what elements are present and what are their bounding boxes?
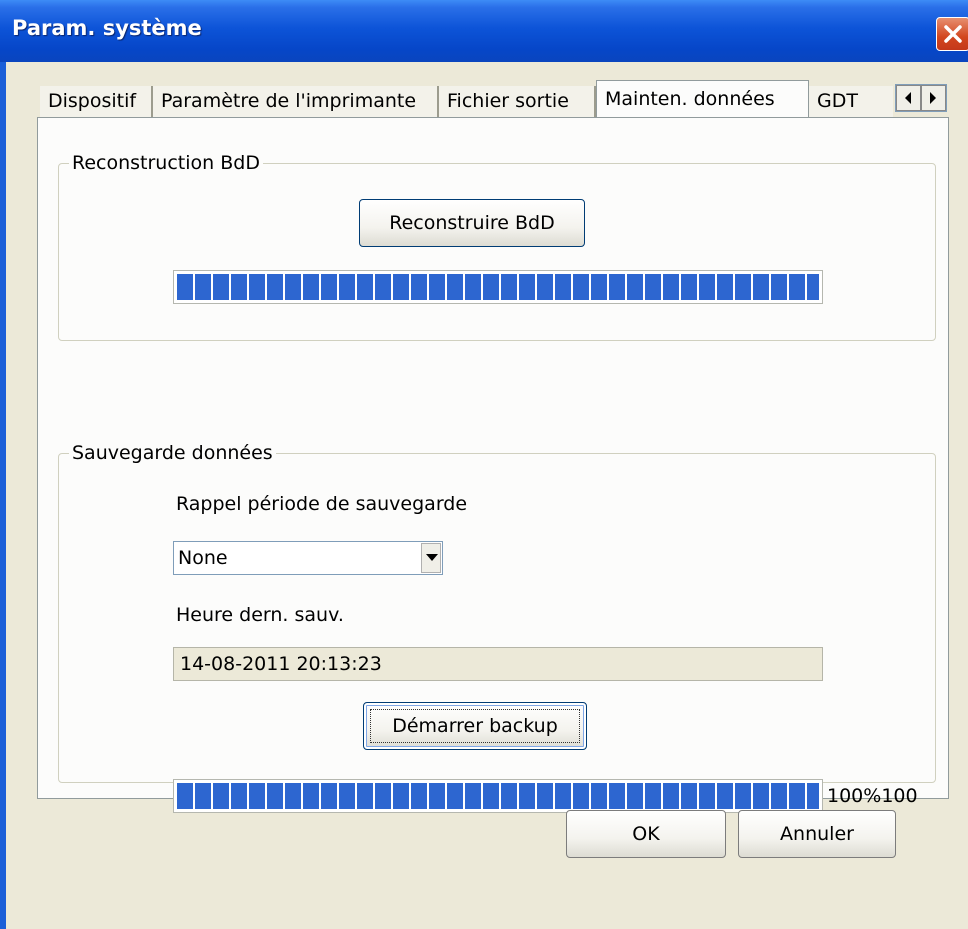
last-backup-time-field: 14-08-2011 20:13:23 [173,647,823,681]
cancel-button-label: Annuler [780,823,854,845]
reminder-period-value: None [178,547,228,569]
start-backup-button[interactable]: Démarrer backup [363,702,587,750]
rebuild-db-group: Reconstruction BdD Reconstruire BdD [58,152,936,341]
dropdown-arrow-icon [426,554,438,561]
tab-scroll-right-button[interactable] [921,85,946,111]
tab-output-file[interactable]: Fichier sortie [439,86,596,117]
backup-progress-fill [177,783,819,809]
tab-gdt[interactable]: GDT [809,86,893,117]
tab-label: Fichier sortie [447,90,569,112]
tab-scroll-left-icon [905,92,911,104]
data-backup-group-title: Sauvegarde données [69,442,276,464]
tab-scroll-right-icon [930,92,936,104]
title-bar[interactable]: Param. système [0,0,968,62]
close-icon [944,25,962,43]
reminder-period-select[interactable]: None [173,541,443,575]
tab-printer-settings[interactable]: Paramètre de l'imprimante [153,86,439,117]
dropdown-button[interactable] [421,543,441,573]
tab-label: Mainten. données [605,88,775,110]
data-backup-group: Sauvegarde données Rappel période de sau… [58,442,936,813]
last-backup-label: Heure dern. sauv. [176,604,344,626]
reminder-period-label: Rappel période de sauvegarde [176,493,468,515]
backup-progress-text: 100%100 [827,785,918,807]
tab-label: Dispositif [48,90,137,112]
rebuild-db-button-label: Reconstruire BdD [389,212,555,234]
close-button[interactable] [936,17,968,51]
rebuild-db-button[interactable]: Reconstruire BdD [359,199,585,247]
rebuild-db-progress-bar [173,270,823,304]
tab-dispositif[interactable]: Dispositif [40,86,153,117]
rebuild-db-group-title: Reconstruction BdD [69,152,263,174]
tab-label: Paramètre de l'imprimante [161,90,417,112]
tab-label: GDT [817,90,858,112]
ok-button-label: OK [632,823,660,845]
tab-scroll-buttons [895,84,947,112]
system-settings-dialog: Param. système Dispositif Paramètre de l… [0,0,968,929]
focus-ring [370,709,580,743]
window-title: Param. système [12,16,202,40]
ok-button[interactable]: OK [566,810,726,858]
cancel-button[interactable]: Annuler [738,810,896,858]
tab-data-maintenance[interactable]: Mainten. données [596,80,809,118]
window-left-border [0,62,6,929]
last-backup-time-value: 14-08-2011 20:13:23 [180,653,382,675]
tab-scroll-left-button[interactable] [896,85,921,111]
tab-panel-data-maintenance: Reconstruction BdD Reconstruire BdD Sauv… [37,117,949,813]
backup-progress-bar [173,779,823,813]
rebuild-db-progress-fill [177,274,819,300]
